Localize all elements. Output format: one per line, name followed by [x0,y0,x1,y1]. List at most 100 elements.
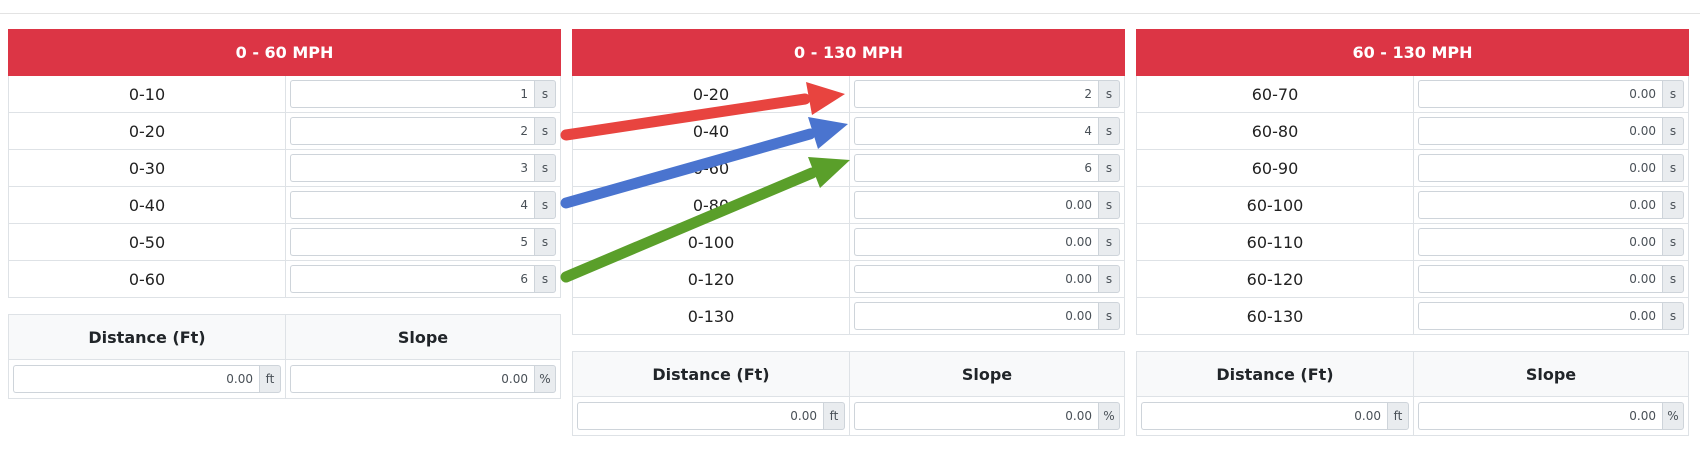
unit-addon: s [1662,117,1684,145]
range-label: 0-120 [572,260,850,298]
time-input[interactable] [854,80,1099,108]
distance-input[interactable] [577,402,823,430]
time-input-group: s [854,265,1121,293]
unit-addon: ft [1387,402,1409,430]
table-row: 0-80 s [572,186,1126,224]
time-input[interactable] [854,191,1099,219]
table-row: 0-30 s [8,149,562,187]
time-input[interactable] [854,228,1099,256]
unit-addon: s [1098,302,1121,330]
time-input[interactable] [1418,228,1662,256]
slope-input[interactable] [1418,402,1662,430]
time-input-group: s [1418,80,1684,108]
unit-addon: s [1098,265,1121,293]
table-row: 0-120 s [572,260,1126,298]
range-label: 0-10 [8,75,286,113]
time-input-group: s [854,191,1121,219]
time-input[interactable] [290,191,535,219]
panel-title: 60 - 130 MPH [1136,29,1689,76]
range-label: 60-100 [1136,186,1414,224]
time-input[interactable] [854,154,1099,182]
range-label: 0-60 [8,260,286,298]
time-input[interactable] [1418,154,1662,182]
table-row: 0-60 s [8,260,562,298]
slope-header: Slope [1413,351,1689,397]
unit-addon: s [1662,191,1684,219]
range-label: 60-110 [1136,223,1414,261]
unit-addon: s [1098,228,1121,256]
distance-input-group: ft [1141,402,1409,430]
range-label: 0-50 [8,223,286,261]
time-input[interactable] [1418,117,1662,145]
time-input[interactable] [290,265,535,293]
time-input-group: s [290,191,557,219]
table-row: 60-70 s [1136,75,1689,113]
range-label: 0-100 [572,223,850,261]
range-label: 60-90 [1136,149,1414,187]
time-input[interactable] [1418,302,1662,330]
unit-addon: s [534,80,557,108]
unit-addon: s [534,265,557,293]
time-input[interactable] [854,265,1099,293]
range-label: 0-130 [572,297,850,335]
unit-addon: s [1662,80,1684,108]
range-label: 60-120 [1136,260,1414,298]
time-input[interactable] [1418,265,1662,293]
slope-input-group: % [854,402,1120,430]
panel-title: 0 - 60 MPH [7,29,562,76]
range-label: 0-30 [8,149,286,187]
unit-addon: s [534,191,557,219]
slope-header: Slope [849,351,1125,397]
range-label: 60-70 [1136,75,1414,113]
slope-input-group: % [290,365,556,393]
panel-0-60-mph: 0 - 60 MPH 0-10 s 0-20 s 0-30 s 0-40 s 0… [7,29,562,399]
time-input-group: s [290,117,557,145]
table-row: 0-60 s [572,149,1126,187]
table-row: 0-130 s [572,297,1126,335]
distance-input[interactable] [13,365,259,393]
range-label: 0-60 [572,149,850,187]
distance-slope-table: Distance (Ft) Slope ft % [8,314,561,399]
panel-0-130-mph: 0 - 130 MPH 0-20 s 0-40 s 0-60 s 0-80 s … [571,29,1126,436]
time-input[interactable] [1418,191,1662,219]
table-row: 60-80 s [1136,112,1689,150]
unit-addon: % [1098,402,1120,430]
unit-addon: s [1662,302,1684,330]
table-row: 0-10 s [8,75,562,113]
slope-input[interactable] [854,402,1098,430]
unit-addon: % [1662,402,1684,430]
table-row: 0-40 s [572,112,1126,150]
time-input[interactable] [854,117,1099,145]
time-input[interactable] [290,80,535,108]
time-input[interactable] [290,154,535,182]
time-input[interactable] [854,302,1099,330]
panel-60-130-mph: 60 - 130 MPH 60-70 s 60-80 s 60-90 s 60-… [1136,29,1689,436]
table-row: 0-20 s [572,75,1126,113]
table-row: 0-100 s [572,223,1126,261]
unit-addon: s [1098,80,1121,108]
distance-input[interactable] [1141,402,1387,430]
time-input-group: s [854,228,1121,256]
unit-addon: s [1662,265,1684,293]
unit-addon: s [1662,154,1684,182]
time-input[interactable] [290,117,535,145]
time-input-group: s [1418,117,1684,145]
table-row: 0-40 s [8,186,562,224]
time-input-group: s [1418,302,1684,330]
slope-input-group: % [1418,402,1684,430]
slope-input[interactable] [290,365,534,393]
unit-addon: % [534,365,556,393]
time-input-group: s [854,80,1121,108]
range-label: 0-20 [8,112,286,150]
distance-slope-table: Distance (Ft) Slope ft % [1136,351,1689,436]
split-times-table: 0 - 130 MPH 0-20 s 0-40 s 0-60 s 0-80 s … [571,29,1126,335]
range-label: 0-40 [572,112,850,150]
time-input-group: s [1418,154,1684,182]
time-input[interactable] [1418,80,1662,108]
time-input-group: s [290,80,557,108]
time-input[interactable] [290,228,535,256]
unit-addon: s [1098,191,1121,219]
top-divider [0,13,1700,14]
distance-input-group: ft [577,402,845,430]
range-label: 60-130 [1136,297,1414,335]
